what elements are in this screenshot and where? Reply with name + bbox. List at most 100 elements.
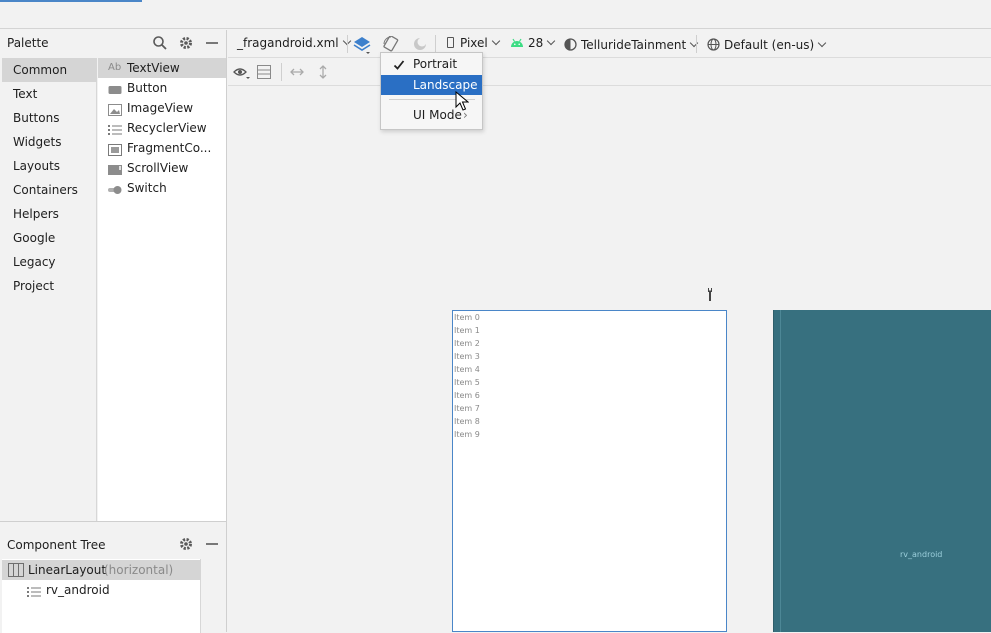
category-google[interactable]: Google: [2, 226, 97, 250]
list-item: Item 9: [454, 430, 480, 439]
palette-header: Palette: [0, 30, 227, 57]
theme-icon: [564, 38, 577, 54]
category-text[interactable]: Text: [2, 82, 97, 106]
component-recyclerview[interactable]: RecyclerView: [98, 118, 226, 138]
component-textview[interactable]: Ab TextView: [98, 58, 226, 78]
category-legacy[interactable]: Legacy: [2, 250, 97, 274]
list-item: Item 2: [454, 339, 480, 348]
layers-icon[interactable]: [353, 36, 371, 57]
device-preview[interactable]: Item 0 Item 1 Item 2 Item 3 Item 4 Item …: [452, 310, 727, 632]
category-widgets[interactable]: Widgets: [2, 130, 97, 154]
design-toolbar: _fragandroid.xml Pixel 28 TellurideTainm…: [228, 30, 991, 58]
component-label: Switch: [127, 181, 167, 195]
api-level-dropdown[interactable]: 28: [510, 36, 556, 51]
component-tree-panel: Component Tree LinearLayout (horizontal)…: [0, 521, 227, 633]
theme-dropdown[interactable]: TellurideTainment: [564, 36, 699, 54]
globe-icon: [707, 38, 720, 54]
minimize-icon[interactable]: [204, 536, 220, 552]
list-item: Item 4: [454, 365, 480, 374]
scrollview-icon: [108, 162, 122, 175]
vertical-resize-icon[interactable]: [317, 64, 329, 83]
eye-icon[interactable]: [233, 66, 251, 83]
menu-item-portrait[interactable]: Portrait: [381, 54, 482, 74]
editor-tab-strip: [0, 0, 991, 29]
component-label: ImageView: [127, 101, 194, 115]
tree-node-rv-android[interactable]: rv_android: [2, 580, 201, 600]
textview-icon: Ab: [108, 62, 122, 73]
gear-icon[interactable]: [178, 536, 194, 552]
component-button[interactable]: Button: [98, 78, 226, 98]
chevron-down-icon: [491, 36, 501, 46]
blueprint-toggle-icon[interactable]: [257, 65, 271, 82]
checkmark-icon: [393, 57, 405, 77]
menu-item-label: Landscape: [413, 78, 478, 92]
theme-name: TellurideTainment: [581, 38, 687, 52]
component-switch[interactable]: Switch: [98, 178, 226, 198]
category-buttons[interactable]: Buttons: [2, 106, 97, 130]
component-imageview[interactable]: ImageView: [98, 98, 226, 118]
palette-components: Ab TextView Button ImageView RecyclerVie…: [98, 58, 226, 521]
palette-panel: Palette Common Text Buttons Widgets Layo…: [0, 30, 227, 521]
list-icon: [27, 584, 41, 604]
component-label: Button: [127, 81, 168, 95]
file-dropdown[interactable]: _fragandroid.xml: [237, 36, 351, 50]
component-label: RecyclerView: [127, 121, 207, 135]
category-helpers[interactable]: Helpers: [2, 202, 97, 226]
file-name: _fragandroid.xml: [237, 36, 339, 50]
wrench-icon[interactable]: [706, 287, 718, 305]
category-project[interactable]: Project: [2, 274, 97, 298]
imageview-icon: [108, 102, 122, 116]
palette-title: Palette: [7, 36, 49, 50]
category-common[interactable]: Common: [2, 58, 97, 82]
horizontal-resize-icon[interactable]: [289, 66, 305, 81]
component-fragment[interactable]: FragmentCo...: [98, 138, 226, 158]
component-tree-title: Component Tree: [7, 538, 106, 552]
locale-name: Default (en-us): [724, 38, 815, 52]
blueprint-preview[interactable]: rv_android: [773, 310, 991, 632]
view-options-toolbar: [228, 58, 991, 86]
list-item: Item 0: [454, 313, 480, 322]
chevron-down-icon: [817, 38, 827, 48]
switch-icon: [108, 182, 122, 194]
chevron-down-icon: [547, 36, 556, 46]
gear-icon[interactable]: [178, 35, 194, 51]
device-name: Pixel: [460, 36, 488, 50]
component-label: ScrollView: [127, 161, 189, 175]
blueprint-label: rv_android: [900, 550, 943, 559]
list-item: Item 3: [454, 352, 480, 361]
component-tree: LinearLayout (horizontal) rv_android: [2, 559, 201, 633]
list-item: Item 8: [454, 417, 480, 426]
component-label: FragmentCo...: [127, 141, 212, 155]
fragment-icon: [108, 142, 122, 156]
mouse-cursor-icon: [455, 90, 470, 114]
divider: [435, 35, 436, 53]
button-icon: [108, 82, 122, 94]
minimize-icon[interactable]: [204, 35, 220, 51]
palette-categories: Common Text Buttons Widgets Layouts Cont…: [2, 58, 97, 521]
search-icon[interactable]: [152, 35, 168, 51]
component-label: TextView: [127, 61, 180, 75]
divider: [696, 35, 697, 53]
component-scrollview[interactable]: ScrollView: [98, 158, 226, 178]
list-item: Item 6: [454, 391, 480, 400]
device-dropdown[interactable]: Pixel: [447, 36, 501, 50]
category-containers[interactable]: Containers: [2, 178, 97, 202]
locale-dropdown[interactable]: Default (en-us): [707, 36, 827, 54]
list-item: Item 7: [454, 404, 480, 413]
tree-node-label: LinearLayout: [28, 563, 107, 577]
tree-node-linearlayout[interactable]: LinearLayout (horizontal): [2, 560, 201, 580]
active-tab-indicator: [0, 0, 142, 2]
category-layouts[interactable]: Layouts: [2, 154, 97, 178]
list-icon: [108, 122, 122, 135]
android-icon: [510, 37, 524, 51]
list-item: Item 5: [454, 378, 480, 387]
menu-item-label: Portrait: [413, 57, 458, 71]
blueprint-recyclerview: rv_android: [780, 310, 991, 632]
divider: [281, 63, 282, 81]
api-level: 28: [528, 36, 544, 50]
tree-node-label: rv_android: [46, 583, 110, 597]
tree-node-hint: (horizontal): [104, 563, 174, 577]
divider: [347, 35, 348, 53]
phone-icon: [447, 37, 454, 48]
chevron-down-icon: [689, 38, 699, 48]
